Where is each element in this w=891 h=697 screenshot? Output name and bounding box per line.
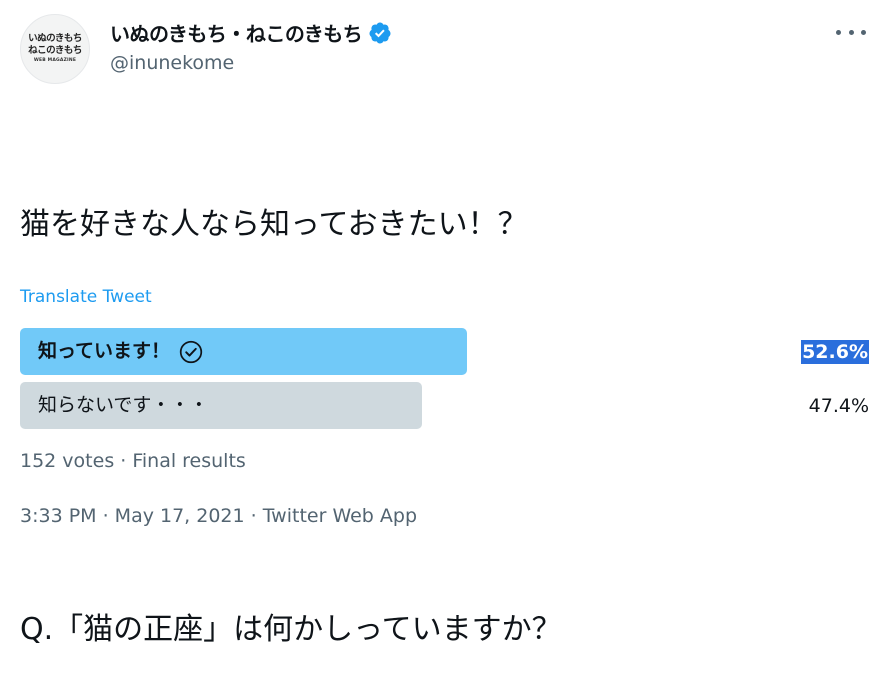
more-icon — [836, 29, 841, 35]
poll-option-1: 知っています！ — [38, 328, 204, 375]
translate-tweet-link[interactable]: Translate Tweet — [20, 287, 152, 307]
tweet-line: Q.「猫の正座」は何かしっていますか？ — [20, 612, 562, 647]
more-button[interactable] — [836, 20, 866, 44]
avatar-text-line2: ねこのきもち — [28, 45, 82, 56]
poll-option-label: 知らないです・・・ — [38, 394, 209, 416]
avatar[interactable]: いぬのきもち ねこのきもち WEB MAGAZINE — [20, 14, 90, 84]
user-handle[interactable]: @inunekome — [110, 52, 234, 74]
tweet-line: 猫を好きな人なら知っておきたい！？ — [20, 207, 528, 242]
verified-badge-icon — [369, 22, 391, 43]
poll-percent-option-2: 47.4% — [808, 395, 869, 417]
poll-option-2: 知らないです・・・ — [38, 382, 208, 429]
poll-summary: 152 votes · Final results — [20, 450, 246, 472]
avatar-text-line1: いぬのきもち — [28, 33, 82, 44]
check-circle-icon — [179, 340, 203, 363]
author-name-row: いぬのきもち・ねこのきもち — [110, 18, 392, 47]
poll-option-label: 知っています！ — [38, 340, 171, 362]
tweet-timestamp[interactable]: 3:33 PM · May 17, 2021 · Twitter Web App — [20, 505, 417, 527]
poll-percent-option-1: 52.6% — [801, 340, 869, 364]
avatar-text-line3: WEB MAGAZINE — [33, 58, 77, 63]
display-name[interactable]: いぬのきもち・ねこのきもち — [110, 18, 363, 47]
